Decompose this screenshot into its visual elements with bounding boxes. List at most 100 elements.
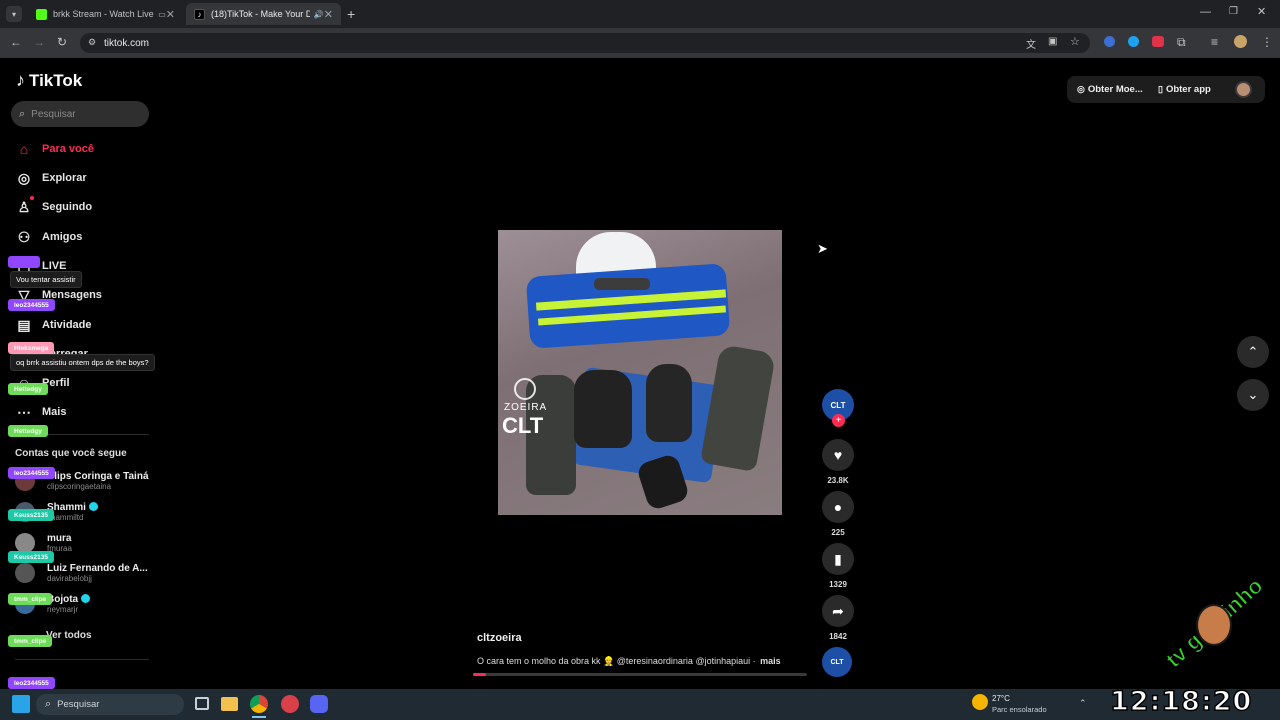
avatar [15,563,35,583]
extensions-puzzle-icon[interactable]: ⧉ [1177,35,1186,50]
bookmark-star-icon[interactable]: ☆ [1070,35,1080,48]
more-link[interactable]: mais [760,656,781,666]
watermark-top: ZOEIRA [504,402,548,413]
nav-explorar[interactable]: ◎ Explorar [15,167,87,189]
back-arrow-icon[interactable]: ← [10,35,22,49]
share-button[interactable]: ➦ [822,595,854,627]
video-player[interactable]: ZOEIRA CLT [498,230,782,515]
chevron-up-icon: ⌃ [1247,344,1259,359]
avatar [15,533,35,553]
forward-arrow-icon[interactable]: → [33,35,45,49]
comment-count: 225 [831,528,845,537]
reload-icon[interactable]: ↻ [57,35,67,49]
nav-amigos[interactable]: ⚇ Amigos [15,226,83,248]
account-item[interactable]: Luiz Fernando de A... davirabelobjj [15,559,148,587]
get-app-label: Obter app [1165,84,1211,95]
save-button[interactable]: ▮ [822,543,854,575]
previous-video-button[interactable]: ⌃ [1237,336,1269,368]
progress-track[interactable] [473,673,807,676]
follow-plus-button[interactable]: + [832,414,845,427]
address-bar[interactable]: ⚙ tiktok.com 文 ▣ ☆ [80,33,1090,53]
caption-text: O cara tem o molho da obra kk 👷 @teresin… [477,656,756,666]
chrome-icon[interactable] [250,695,268,713]
weather-icon[interactable] [972,694,988,710]
video-author[interactable]: cltzoeira [477,632,522,644]
nav-label: Amigos [42,231,83,243]
close-tab-icon[interactable]: ✕ [166,8,175,21]
nav-mais[interactable]: ⋯ Mais [15,401,66,423]
following-icon: ♙ [17,198,31,215]
reading-list-icon[interactable]: ≡ [1211,35,1218,49]
chevron-down-icon: ⌄ [1247,387,1259,402]
top-right-actions: ◎ Obter Moe... ▯ Obter app [1067,76,1265,103]
weather-temp: 27°C [992,694,1010,703]
extension-icon[interactable] [1152,36,1164,47]
restore-button[interactable]: ❐ [1229,6,1238,17]
coin-icon: ◎ [1077,84,1085,94]
like-button[interactable]: ♥ [822,439,854,471]
chat-username-chip: leo2344555 [8,677,55,689]
discord-icon[interactable] [310,695,328,713]
tiktok-note-icon: ♪ [16,70,25,90]
mascot-image [1196,604,1232,646]
cast-icon[interactable]: ▣ [1048,36,1057,47]
minimize-button[interactable]: — [1200,6,1211,18]
watermark-bottom: CLT [502,413,544,438]
more-icon: ⋯ [17,403,31,420]
nav-para-voce[interactable]: ⌂ Para você [15,138,94,160]
tab-brkk-stream[interactable]: brkk Stream - Watch Live o ▭ ✕ [28,3,183,25]
comment-icon: ● [833,499,843,515]
tab-title: brkk Stream - Watch Live o [53,9,155,19]
close-window-button[interactable]: ✕ [1257,5,1266,18]
notification-dot [30,196,34,200]
new-tab-button[interactable]: + [347,6,355,22]
url-text: tiktok.com [104,37,150,49]
like-count: 23.8K [827,476,849,485]
nav-seguindo[interactable]: ♙ Seguindo [15,196,92,218]
task-view-icon[interactable] [195,697,209,710]
see-all-link[interactable]: Ver todos [46,630,92,641]
nav-atividade[interactable]: ▤ Atividade [15,314,92,336]
sound-disc[interactable]: CLT [822,647,852,677]
browser-menu-icon[interactable]: ⋮ [1261,35,1273,49]
get-coins-button[interactable]: ◎ Obter Moe... [1077,84,1143,95]
profile-avatar[interactable] [1234,35,1247,48]
extension-icon[interactable] [1104,36,1115,47]
speaker-icon[interactable]: 🔊 [314,10,324,19]
start-button[interactable] [12,695,30,713]
translate-icon[interactable]: 文 [1026,36,1036,51]
nav-label: Explorar [42,172,87,184]
site-info-icon[interactable]: ⚙ [88,37,96,48]
chat-username-chip: leo2344555 [8,299,55,311]
bookmark-icon: ▮ [834,550,842,567]
comment-button[interactable]: ● [822,491,854,523]
app-icon[interactable] [281,695,299,713]
following-section-title: Contas que você segue [15,448,127,459]
get-app-button[interactable]: ▯ Obter app [1158,84,1211,95]
tab-search-button[interactable]: ▾ [6,6,22,22]
tab-title: (18)TikTok - Make Your Day [211,9,310,19]
tray-chevron-icon[interactable]: ⌃ [1079,698,1087,709]
streamer-overlay-logo: tv gordinho [1150,570,1278,690]
next-video-button[interactable]: ⌄ [1237,379,1269,411]
video-caption: O cara tem o molho da obra kk 👷 @teresin… [477,656,781,667]
tiktok-logo[interactable]: ♪ TikTok [16,70,82,91]
logo-text: TikTok [29,70,83,90]
user-avatar[interactable] [1235,81,1252,98]
extension-icon[interactable] [1128,36,1139,47]
taskbar-search[interactable]: ⌕ Pesquisar [36,694,184,715]
nav-label: Atividade [42,319,92,331]
file-explorer-icon[interactable] [221,697,238,711]
chat-message: Vou tentar assistir [10,271,82,288]
tab-tiktok[interactable]: ♪ (18)TikTok - Make Your Day 🔊 ✕ [186,3,341,25]
weather-desc: Parc ensolarado [992,705,1047,714]
account-handle: clipscoringaetaina [47,481,112,491]
close-tab-icon[interactable]: ✕ [324,8,333,21]
chat-username-chip: Keuss2135 [8,551,54,563]
chat-username-chip: Hettedgy [8,425,48,437]
search-input[interactable]: ⌕ Pesquisar [11,101,149,127]
verified-badge-icon [88,502,98,512]
account-name: mura [47,532,72,544]
taskbar-search-label: Pesquisar [57,699,100,710]
chat-username-chip: leo2344555 [8,467,55,479]
